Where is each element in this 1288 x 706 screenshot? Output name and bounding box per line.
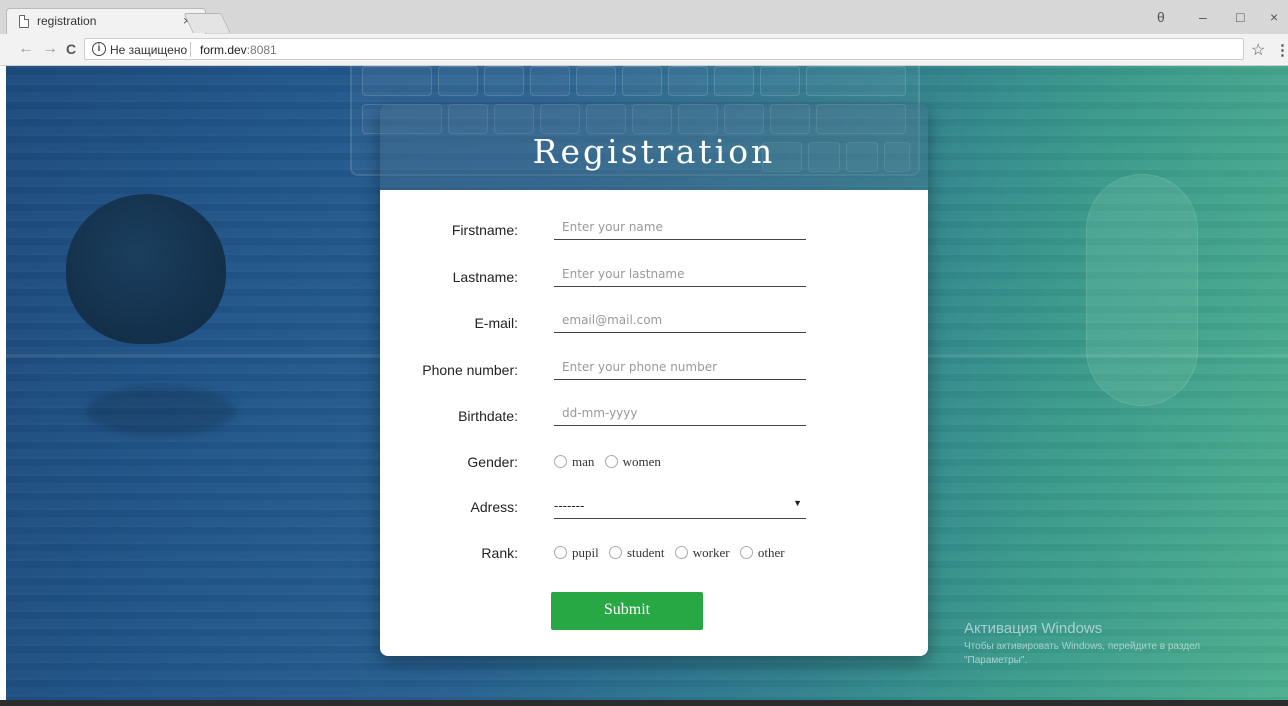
address-bar[interactable]: i Не защищено form.dev:8081 (84, 38, 1244, 60)
forward-arrow-icon[interactable]: → (42, 40, 58, 58)
firstname-label: Firstname: (451, 222, 518, 238)
bookmark-star-icon[interactable]: ☆ (1251, 40, 1265, 60)
tab-strip: registration × θ – □ × (0, 0, 1288, 34)
address-label: Adress: (470, 499, 518, 515)
maximize-icon[interactable]: □ (1236, 9, 1244, 25)
rank-radio-group: pupil student worker other (554, 545, 792, 561)
activation-title: Активация Windows (964, 620, 1103, 637)
new-tab-button[interactable] (183, 13, 231, 33)
keyboard-key (622, 66, 662, 96)
apple-reflection (86, 386, 236, 436)
reload-icon[interactable]: C (66, 41, 76, 57)
form-title: Registration (532, 132, 776, 171)
url-text[interactable]: form.dev:8081 (200, 43, 277, 57)
submit-button[interactable]: Submit (551, 592, 703, 630)
radio-label: student (626, 545, 665, 560)
keyboard-key (806, 66, 906, 96)
radio-label: women (622, 454, 661, 469)
profile-icon[interactable]: θ (1157, 9, 1165, 25)
gender-radio-group: man women (554, 454, 668, 470)
not-secure-label: Не защищено (110, 43, 188, 57)
keyboard-key (530, 66, 570, 96)
close-window-icon[interactable]: × (1270, 9, 1278, 25)
tab-title: registration (37, 14, 97, 28)
keyboard-key (484, 66, 524, 96)
birthdate-input[interactable] (554, 400, 806, 426)
radio-label: worker (692, 545, 730, 560)
lastname-input[interactable] (554, 261, 806, 287)
windows-activation-watermark: Активация Windows Чтобы активировать Win… (964, 620, 1264, 668)
radio-circle[interactable] (674, 546, 688, 559)
radio-label: other (757, 545, 785, 560)
activation-message: Чтобы активировать Windows, перейдите в … (964, 641, 1201, 666)
mouse-image (1086, 174, 1198, 406)
lastname-label: Lastname: (452, 269, 518, 285)
keyboard-key (714, 66, 754, 96)
radio-label: man (572, 454, 595, 469)
keyboard-key (362, 66, 432, 96)
radio-circle[interactable] (554, 546, 567, 559)
phone-label: Phone number: (422, 362, 518, 378)
taskbar-edge (0, 700, 1288, 706)
email-input[interactable] (554, 307, 806, 333)
minimize-icon[interactable]: – (1199, 9, 1207, 25)
url-separator (190, 42, 191, 57)
info-icon[interactable]: i (92, 42, 106, 56)
rank-option-other[interactable]: other (739, 545, 785, 561)
keyboard-key (668, 66, 708, 96)
rank-option-pupil[interactable]: pupil (554, 545, 599, 561)
chevron-down-icon: ▼ (793, 498, 802, 508)
keyboard-key (576, 66, 616, 96)
keyboard-key (438, 66, 478, 96)
radio-circle[interactable] (554, 455, 567, 468)
url-port: :8081 (246, 43, 277, 57)
radio-circle[interactable] (608, 546, 622, 559)
url-host: form.dev (200, 43, 247, 57)
form-body: Firstname: Lastname: E-mail: Phone numbe… (380, 190, 928, 656)
address-select[interactable]: ------- ▼ (554, 493, 806, 519)
page-icon (19, 15, 29, 28)
browser-chrome: registration × θ – □ × ← → C i Не защище… (0, 0, 1288, 66)
email-label: E-mail: (474, 315, 518, 331)
radio-circle[interactable] (739, 546, 753, 559)
rank-label: Rank: (481, 545, 518, 561)
page-background: Registration Firstname: Lastname: E-mail… (6, 66, 1288, 706)
navigation-bar: ← → C i Не защищено form.dev:8081 (0, 34, 1288, 66)
firstname-input[interactable] (554, 214, 806, 240)
radio-circle[interactable] (604, 455, 618, 468)
back-arrow-icon[interactable]: ← (18, 40, 34, 58)
browser-menu-icon[interactable]: ⋮ (1275, 41, 1288, 59)
phone-input[interactable] (554, 354, 806, 380)
gender-label: Gender: (467, 454, 518, 470)
rank-option-student[interactable]: student (608, 545, 665, 561)
apple-image (66, 194, 226, 344)
gender-option-women[interactable]: women (604, 454, 661, 470)
registration-form: Registration Firstname: Lastname: E-mail… (380, 104, 928, 656)
birthdate-label: Birthdate: (458, 408, 518, 424)
tab-registration[interactable]: registration × (6, 8, 206, 34)
keyboard-key (760, 66, 800, 96)
rank-option-worker[interactable]: worker (674, 545, 730, 561)
gender-option-man[interactable]: man (554, 454, 594, 470)
address-selected-value: ------- (554, 498, 585, 513)
radio-label: pupil (572, 545, 599, 560)
form-header: Registration (380, 104, 928, 190)
